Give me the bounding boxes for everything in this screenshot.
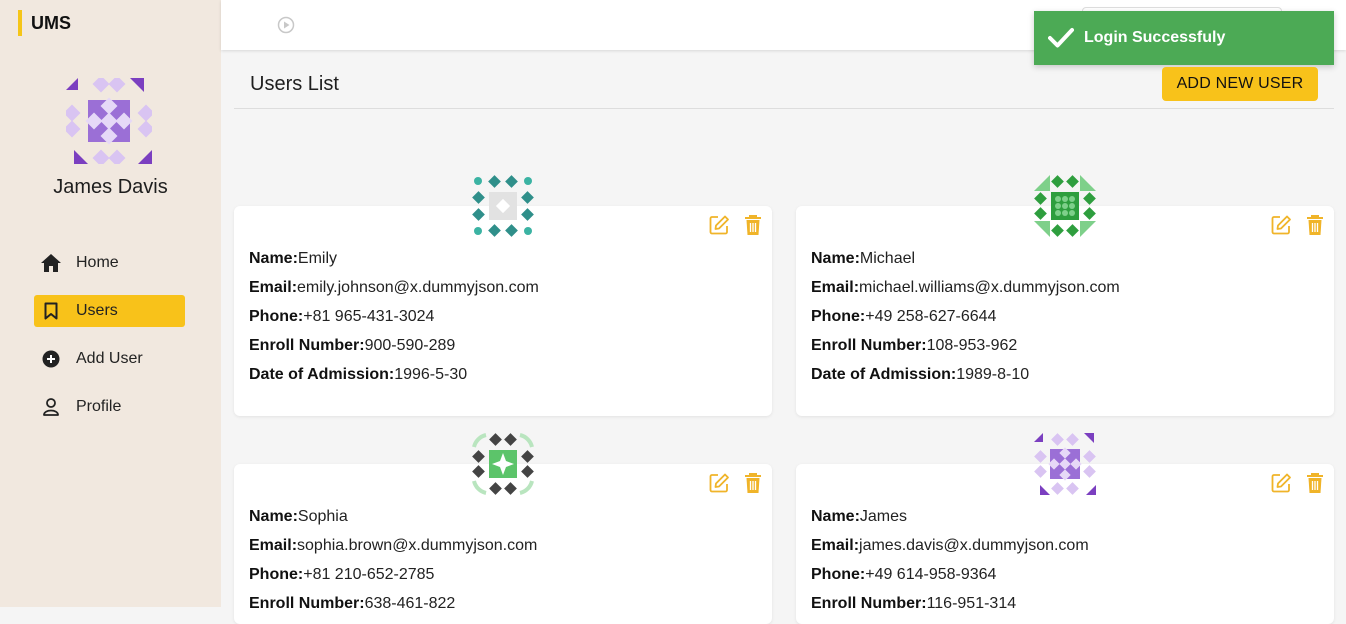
add-new-user-button[interactable]: ADD NEW USER bbox=[1162, 67, 1318, 101]
user-enroll-value: 638-461-822 bbox=[364, 595, 456, 612]
field-label: Date of Admission: bbox=[249, 366, 395, 383]
sidebar-item-home[interactable]: Home bbox=[34, 247, 185, 279]
user-phone-value: +49 614-958-9364 bbox=[865, 566, 997, 583]
user-phone-value: +81 965-431-3024 bbox=[303, 308, 435, 325]
play-circle-icon[interactable] bbox=[277, 16, 295, 34]
brand-logo[interactable]: UMS bbox=[18, 10, 71, 36]
trash-icon[interactable] bbox=[742, 214, 764, 236]
edit-icon[interactable] bbox=[708, 214, 730, 236]
field-label: Phone: bbox=[249, 566, 304, 583]
field-label: Phone: bbox=[811, 308, 866, 325]
field-label: Enroll Number: bbox=[811, 595, 927, 612]
field-label: Name: bbox=[249, 250, 298, 267]
user-enroll-value: 108-953-962 bbox=[926, 337, 1018, 354]
field-label: Email: bbox=[249, 537, 298, 554]
user-avatar bbox=[66, 78, 152, 164]
edit-icon[interactable] bbox=[1270, 472, 1292, 494]
bookmark-icon bbox=[40, 300, 62, 322]
edit-icon[interactable] bbox=[1270, 214, 1292, 236]
field-label: Email: bbox=[249, 279, 298, 296]
user-avatar bbox=[472, 433, 534, 495]
sidebar-item-label: Users bbox=[76, 302, 118, 319]
field-label: Name: bbox=[249, 508, 298, 525]
user-card: Name:Michael Email:michael.williams@x.du… bbox=[796, 206, 1334, 416]
field-label: Enroll Number: bbox=[249, 337, 365, 354]
edit-icon[interactable] bbox=[708, 472, 730, 494]
field-label: Date of Admission: bbox=[811, 366, 957, 383]
user-phone-value: +81 210-652-2785 bbox=[303, 566, 435, 583]
home-icon bbox=[40, 252, 62, 274]
user-avatar bbox=[472, 175, 534, 237]
field-label: Name: bbox=[811, 250, 860, 267]
field-label: Email: bbox=[811, 537, 860, 554]
plus-circle-icon bbox=[40, 348, 62, 370]
user-name-value: Sophia bbox=[297, 508, 348, 525]
user-name: James Davis bbox=[53, 176, 168, 198]
user-card: Name:Emily Email:emily.johnson@x.dummyjs… bbox=[234, 206, 772, 416]
field-label: Phone: bbox=[249, 308, 304, 325]
user-avatar bbox=[1034, 433, 1096, 495]
field-label: Phone: bbox=[811, 566, 866, 583]
user-admission-value: 1989-8-10 bbox=[956, 366, 1030, 383]
user-email-value: michael.williams@x.dummyjson.com bbox=[859, 279, 1120, 296]
user-email-value: sophia.brown@x.dummyjson.com bbox=[297, 537, 538, 554]
trash-icon[interactable] bbox=[1304, 472, 1326, 494]
sidebar-item-users[interactable]: Users bbox=[34, 295, 185, 327]
user-enroll-value: 116-951-314 bbox=[926, 595, 1017, 612]
user-enroll-value: 900-590-289 bbox=[364, 337, 456, 354]
trash-icon[interactable] bbox=[1304, 214, 1326, 236]
user-name-value: Michael bbox=[859, 250, 916, 267]
sidebar-item-profile[interactable]: Profile bbox=[34, 391, 185, 423]
user-email-value: james.davis@x.dummyjson.com bbox=[859, 537, 1089, 554]
field-label: Name: bbox=[811, 508, 860, 525]
sidebar: UMS James Davis Home Users Add User Prof… bbox=[0, 0, 221, 607]
toast-message: Login Successfuly bbox=[1084, 29, 1226, 46]
person-icon bbox=[40, 396, 62, 418]
field-label: Enroll Number: bbox=[249, 595, 365, 612]
sidebar-item-label: Add User bbox=[76, 350, 143, 367]
trash-icon[interactable] bbox=[742, 472, 764, 494]
field-label: Email: bbox=[811, 279, 860, 296]
user-name-value: James bbox=[859, 508, 908, 525]
sidebar-item-label: Home bbox=[76, 254, 119, 271]
divider bbox=[234, 108, 1334, 109]
toast-notification: Login Successfuly bbox=[1034, 11, 1334, 65]
user-avatar bbox=[1034, 175, 1096, 237]
check-icon bbox=[1048, 28, 1074, 48]
sidebar-item-add-user[interactable]: Add User bbox=[34, 343, 185, 375]
user-email-value: emily.johnson@x.dummyjson.com bbox=[297, 279, 539, 296]
field-label: Enroll Number: bbox=[811, 337, 927, 354]
user-phone-value: +49 258-627-6644 bbox=[865, 308, 997, 325]
sidebar-item-label: Profile bbox=[76, 398, 122, 415]
user-name-value: Emily bbox=[297, 250, 338, 267]
user-admission-value: 1996-5-30 bbox=[394, 366, 468, 383]
page-title: Users List bbox=[250, 73, 339, 95]
